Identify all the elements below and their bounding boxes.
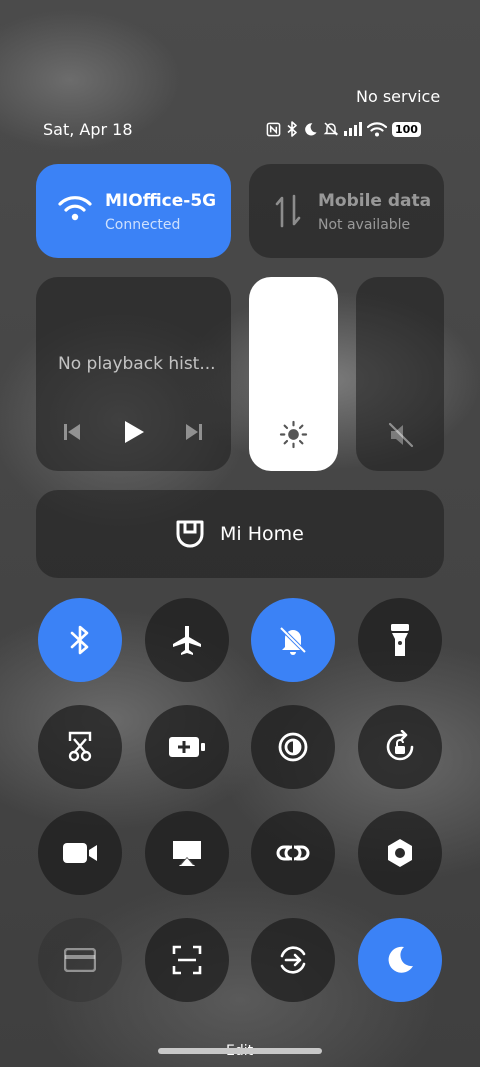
scanner-toggle[interactable] [145,918,229,1002]
hexagon-settings-icon [388,839,412,867]
bluetooth-icon [70,625,89,655]
scan-icon [172,945,202,975]
screenshot-toggle[interactable] [38,705,122,789]
cast-toggle[interactable] [145,811,229,895]
mobile-data-status: Not available [318,217,411,233]
wifi-icon [58,196,92,221]
wifi-tile[interactable]: MIOffice-5G Connected [36,164,231,258]
sync-toggle[interactable] [251,918,335,1002]
scissors-icon [68,731,92,762]
play-icon[interactable] [123,420,145,444]
mobile-data-icon [275,194,301,228]
bluetooth-toggle[interactable] [38,598,122,682]
rotate-lock-icon [386,730,414,761]
mi-home-label: Mi Home [220,523,304,545]
mute-toggle[interactable] [251,598,335,682]
nfc-icon [266,122,281,136]
battery-saver-toggle[interactable] [145,705,229,789]
screen-cast-icon [173,841,201,866]
screen-recorder-toggle[interactable] [38,811,122,895]
date-label: Sat, Apr 18 [43,120,133,139]
volume-muted-icon [388,422,414,448]
airplane-mode-toggle[interactable] [145,598,229,682]
carrier-status: No service [356,87,441,106]
battery-indicator: 100 [392,121,421,137]
battery-plus-icon [169,737,205,757]
mobile-data-title: Mobile data [318,191,432,211]
moon-status-icon [305,122,317,135]
auto-rotate-toggle[interactable] [358,705,442,789]
wifi-status-icon [367,121,387,136]
reading-mode-toggle[interactable] [251,705,335,789]
brightness-slider[interactable] [249,277,338,471]
home-indicator[interactable] [158,1048,322,1054]
next-track-icon[interactable] [185,423,203,441]
link-icon [276,845,310,861]
wifi-status: Connected [105,217,181,233]
mi-home-tile[interactable]: Mi Home [36,490,444,578]
previous-track-icon[interactable] [63,423,81,441]
moon-icon [388,946,413,973]
flashlight-toggle[interactable] [358,598,442,682]
airplane-icon [173,626,201,655]
card-icon [64,948,96,972]
media-player-tile[interactable]: No playback hist... [36,277,231,471]
bell-off-icon [279,626,307,655]
mi-home-icon [176,520,204,548]
volume-slider[interactable] [356,277,444,471]
mobile-data-tile[interactable]: Mobile data Not available [249,164,444,258]
card-toggle[interactable] [38,918,122,1002]
signal-icon [344,122,362,136]
video-camera-icon [63,843,97,863]
dark-mode-toggle[interactable] [358,918,442,1002]
link-toggle[interactable] [251,811,335,895]
mute-status-icon [323,122,339,136]
sync-icon [280,946,306,974]
flashlight-icon [391,624,409,656]
contrast-icon [278,732,308,762]
settings-toggle[interactable] [358,811,442,895]
brightness-icon [279,420,308,449]
media-status-text: No playback hist... [58,354,216,374]
status-icons: 100 [266,121,421,137]
bluetooth-status-icon [287,121,297,137]
wifi-network-name: MIOffice-5G [105,191,217,211]
